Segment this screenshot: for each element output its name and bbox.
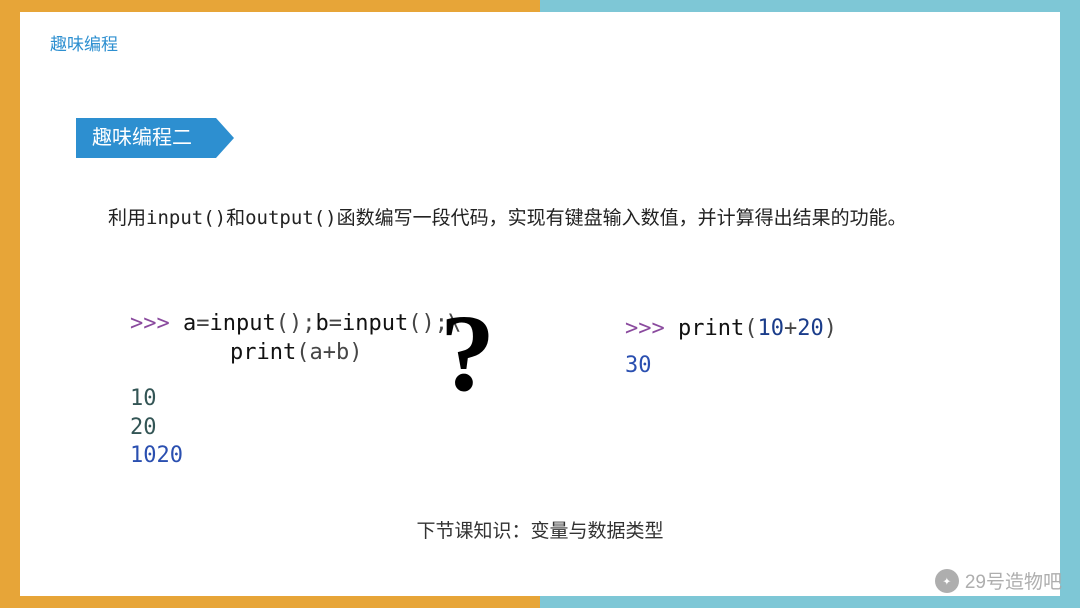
code-block-right: >>> print(10+20) 30 — [625, 310, 837, 385]
output-1020: 1020 — [130, 442, 461, 471]
sep-1: ; — [302, 311, 315, 336]
desc-fn-output: output() — [245, 207, 337, 229]
slide-page: 趣味编程 趣味编程二 利用input()和output()函数编写一段代码，实现… — [20, 12, 1060, 596]
var-a: a — [183, 311, 196, 336]
var-b: b — [315, 311, 328, 336]
repl-prompt-r: >>> — [625, 316, 678, 341]
repl-prompt: >>> — [130, 311, 183, 336]
code-line-1: >>> a=input();b=input();\ — [130, 310, 461, 339]
op-plus: + — [784, 316, 797, 341]
code-block-left: >>> a=input();b=input();\ print(a+b) 10 … — [130, 310, 461, 471]
output-10: 10 — [130, 385, 461, 414]
fn-input-2: input — [342, 311, 408, 336]
fn-input: input — [209, 311, 275, 336]
section-title-tag: 趣味编程二 — [76, 118, 216, 158]
op-eq: = — [196, 311, 209, 336]
paren-2: () — [408, 311, 435, 336]
desc-suffix: 函数编写一段代码，实现有键盘输入数值，并计算得出结果的功能。 — [337, 208, 907, 229]
output-30: 30 — [625, 347, 837, 384]
paren-open-r: ( — [744, 316, 757, 341]
paren-close-r: ) — [824, 316, 837, 341]
num-20: 20 — [797, 316, 824, 341]
wechat-icon: ✦ — [935, 569, 959, 593]
desc-fn-input: input() — [146, 207, 226, 229]
question-mark-icon: ? — [440, 298, 495, 408]
desc-mid: 和 — [226, 208, 245, 229]
code-line-2: print(a+b) — [130, 339, 461, 368]
header-label: 趣味编程 — [50, 30, 118, 55]
spacer — [130, 367, 461, 385]
fn-print-r: print — [678, 316, 744, 341]
desc-prefix: 利用 — [108, 208, 146, 229]
num-10: 10 — [757, 316, 784, 341]
paren-1: () — [276, 311, 303, 336]
fn-print: print — [230, 340, 296, 365]
task-description: 利用input()和output()函数编写一段代码，实现有键盘输入数值，并计算… — [108, 196, 908, 242]
code-line-r1: >>> print(10+20) — [625, 310, 837, 347]
watermark-label: 29号造物吧 — [965, 567, 1062, 594]
output-20: 20 — [130, 414, 461, 443]
print-args: (a+b) — [296, 340, 362, 365]
watermark: ✦ 29号造物吧 — [935, 567, 1062, 594]
op-eq-2: = — [329, 311, 342, 336]
footer-next-lesson: 下节课知识：变量与数据类型 — [20, 516, 1060, 543]
